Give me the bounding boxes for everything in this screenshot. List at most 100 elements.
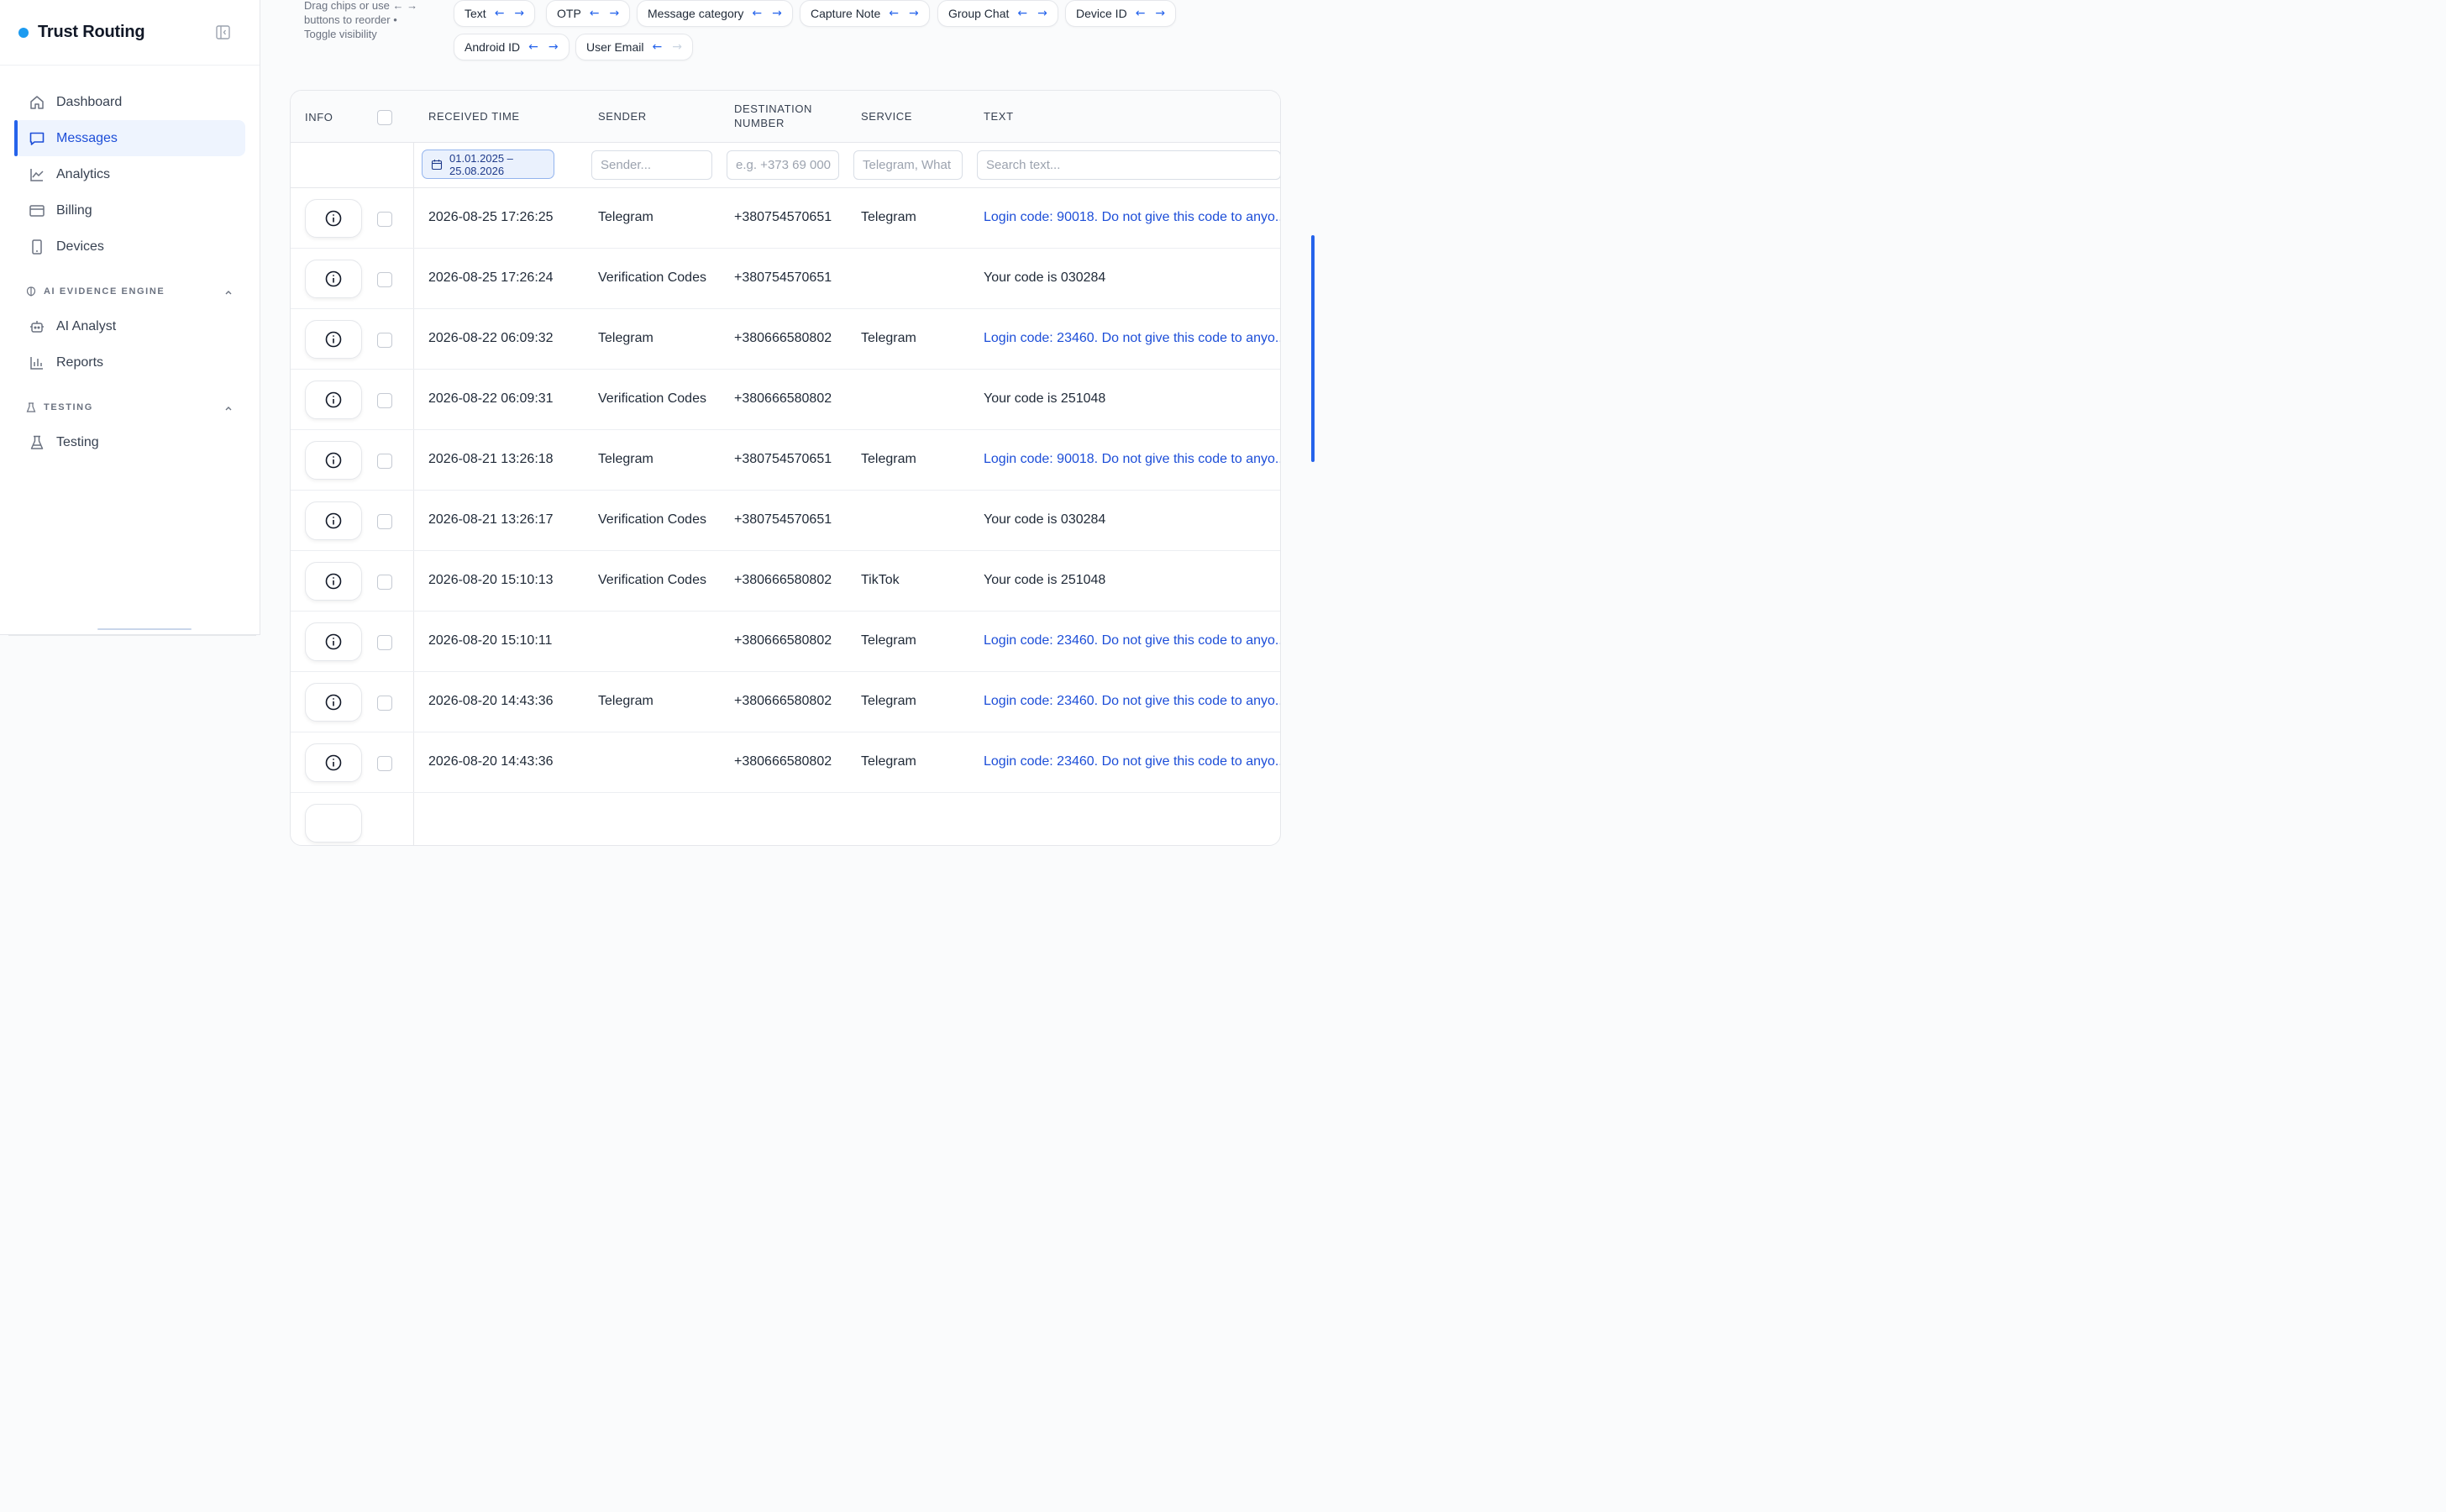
row-checkbox[interactable] <box>377 454 392 469</box>
sidebar-item-ai-analyst[interactable]: AI Analyst <box>14 308 245 344</box>
text-filter[interactable] <box>977 150 1280 180</box>
table-row[interactable]: 2026-08-21 13:26:18 Telegram +380754570651… <box>291 430 1280 491</box>
select-all-checkbox[interactable] <box>377 110 392 125</box>
sender-filter-input[interactable] <box>601 158 711 172</box>
sidebar-item-reports[interactable]: Reports <box>14 344 245 381</box>
sidebar-item-analytics[interactable]: Analytics <box>14 156 245 192</box>
sidebar-item-dashboard[interactable]: Dashboard <box>14 84 245 120</box>
service-filter-input[interactable] <box>863 158 962 172</box>
chevron-up-icon[interactable] <box>223 286 234 297</box>
column-chip-text[interactable]: Text ← → <box>454 0 536 27</box>
info-button[interactable] <box>305 562 362 601</box>
info-button[interactable] <box>305 743 362 782</box>
service-filter[interactable] <box>853 150 963 180</box>
info-button[interactable] <box>305 441 362 480</box>
info-icon <box>325 391 342 408</box>
row-checkbox[interactable] <box>377 393 392 408</box>
info-button[interactable] <box>305 622 362 661</box>
column-chip-message-category[interactable]: Message category ← → <box>637 0 793 27</box>
header-service[interactable]: SERVICE <box>861 109 912 123</box>
cell-received-time: 2026-08-25 17:26:24 <box>428 270 554 285</box>
table-row[interactable]: 2026-08-25 17:26:25 Telegram +380754570651… <box>291 188 1280 249</box>
text-filter-input[interactable] <box>986 158 1280 172</box>
chip-label: Device ID <box>1076 7 1127 20</box>
info-button[interactable] <box>305 260 362 298</box>
cell-destination: +380754570651 <box>734 512 832 527</box>
arrow-left-icon[interactable]: ← <box>590 7 600 20</box>
row-checkbox[interactable] <box>377 212 392 227</box>
sidebar-item-billing[interactable]: Billing <box>14 192 245 228</box>
section-testing[interactable]: TESTING <box>25 396 245 419</box>
cell-service: Telegram <box>861 694 916 708</box>
table-row[interactable]: 2026-08-21 13:26:17 Verification Codes +38… <box>291 491 1280 551</box>
row-checkbox[interactable] <box>377 575 392 590</box>
info-button[interactable] <box>305 320 362 359</box>
arrow-right-icon[interactable]: → <box>1155 7 1165 20</box>
column-chip-capture-note[interactable]: Capture Note ← → <box>800 0 930 27</box>
sidebar-item-testing[interactable]: Testing <box>14 424 245 460</box>
arrow-right-icon: → <box>672 40 682 54</box>
cell-text[interactable]: Login code: 90018. Do not give this code… <box>984 210 1280 225</box>
date-range-filter[interactable]: 01.01.2025 – 25.08.2026 <box>422 150 554 179</box>
chevron-up-icon[interactable] <box>223 402 234 412</box>
arrow-right-icon[interactable]: → <box>610 7 620 20</box>
info-button[interactable] <box>305 381 362 419</box>
sender-filter[interactable] <box>591 150 712 180</box>
arrow-right-icon[interactable]: → <box>909 7 919 20</box>
arrow-left-icon[interactable]: ← <box>1136 7 1146 20</box>
column-chip-device-id[interactable]: Device ID ← → <box>1065 0 1177 27</box>
page-scrollbar[interactable] <box>1311 235 1315 462</box>
row-checkbox[interactable] <box>377 635 392 650</box>
cell-text[interactable]: Login code: 23460. Do not give this code… <box>984 331 1280 346</box>
cell-destination: +380754570651 <box>734 210 832 224</box>
info-button[interactable] <box>305 199 362 238</box>
destination-filter[interactable] <box>727 150 839 180</box>
table-row[interactable]: 2026-08-25 17:26:24 Verification Codes +38… <box>291 249 1280 309</box>
column-chip-android-id[interactable]: Android ID ← → <box>454 34 570 60</box>
header-received-time[interactable]: RECEIVED TIME <box>428 109 520 123</box>
cell-text[interactable]: Login code: 23460. Do not give this code… <box>984 633 1280 648</box>
arrow-right-icon[interactable]: → <box>1037 7 1047 20</box>
row-checkbox[interactable] <box>377 756 392 771</box>
cell-text[interactable]: Login code: 23460. Do not give this code… <box>984 754 1280 769</box>
sidebar-collapse-icon[interactable] <box>215 24 231 40</box>
section-ai-evidence-engine[interactable]: AI EVIDENCE ENGINE <box>25 280 245 303</box>
arrow-left-icon[interactable]: ← <box>528 40 538 54</box>
table-row[interactable]: 2026-08-20 15:10:13 Verification Codes +38… <box>291 551 1280 612</box>
table-row[interactable]: 2026-08-22 06:09:32 Telegram +380666580802… <box>291 309 1280 370</box>
table-row[interactable]: 2026-08-20 15:10:11 +380666580802 Telegram… <box>291 612 1280 672</box>
row-checkbox[interactable] <box>377 696 392 711</box>
row-checkbox[interactable] <box>377 272 392 287</box>
destination-filter-input[interactable] <box>736 158 838 172</box>
row-checkbox[interactable] <box>377 514 392 529</box>
table-row[interactable] <box>291 793 1280 845</box>
info-button[interactable] <box>305 683 362 722</box>
arrow-right-icon[interactable]: → <box>514 7 524 20</box>
arrow-right-icon[interactable]: → <box>772 7 782 20</box>
cell-received-time: 2026-08-21 13:26:17 <box>428 512 554 527</box>
arrow-left-icon[interactable]: ← <box>1017 7 1027 20</box>
arrow-right-icon[interactable]: → <box>549 40 559 54</box>
info-button[interactable] <box>305 804 362 843</box>
header-text[interactable]: TEXT <box>984 109 1014 123</box>
info-button[interactable] <box>305 501 362 540</box>
arrow-left-icon[interactable]: ← <box>495 7 505 20</box>
arrow-left-icon[interactable]: ← <box>652 40 662 54</box>
column-chip-otp[interactable]: OTP ← → <box>546 0 631 27</box>
cell-destination: +380666580802 <box>734 331 832 345</box>
table-row[interactable]: 2026-08-22 06:09:31 Verification Codes +38… <box>291 370 1280 430</box>
arrow-left-icon[interactable]: ← <box>889 7 899 20</box>
header-destination-number[interactable]: DESTINATION NUMBER <box>734 102 827 130</box>
column-chip-group-chat[interactable]: Group Chat ← → <box>937 0 1058 27</box>
flask-icon <box>29 434 45 451</box>
cell-text[interactable]: Login code: 90018. Do not give this code… <box>984 452 1280 467</box>
row-checkbox[interactable] <box>377 333 392 348</box>
sidebar-item-devices[interactable]: Devices <box>14 228 245 265</box>
cell-text[interactable]: Login code: 23460. Do not give this code… <box>984 694 1280 709</box>
arrow-left-icon[interactable]: ← <box>752 7 762 20</box>
header-sender[interactable]: SENDER <box>598 109 647 123</box>
table-row[interactable]: 2026-08-20 14:43:36 +380666580802 Telegram… <box>291 732 1280 793</box>
column-chip-user-email[interactable]: User Email ← → <box>575 34 693 60</box>
table-row[interactable]: 2026-08-20 14:43:36 Telegram +380666580802… <box>291 672 1280 732</box>
sidebar-item-messages[interactable]: Messages <box>14 120 245 156</box>
